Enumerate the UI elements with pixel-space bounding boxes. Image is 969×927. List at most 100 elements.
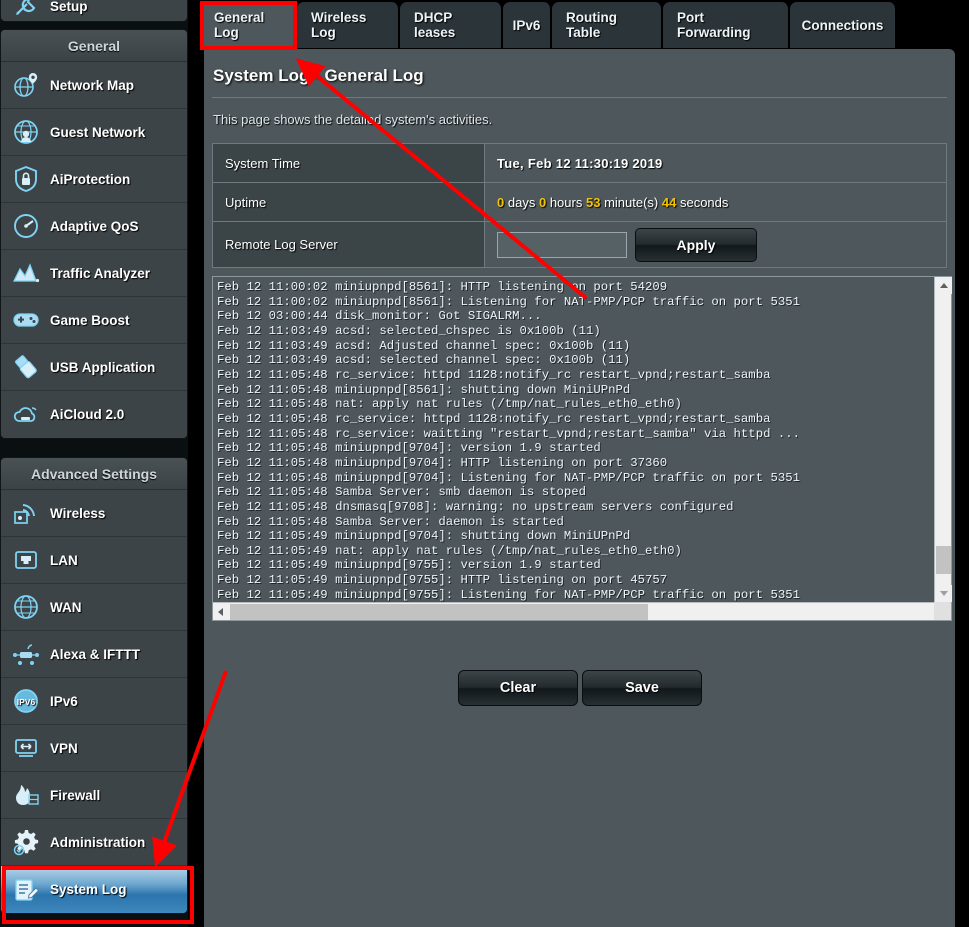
- sidebar-item-label: AiProtection: [50, 172, 130, 187]
- sidebar-item-label: Administration: [50, 835, 145, 850]
- sidebar-item-label: VPN: [50, 741, 78, 756]
- resize-grip[interactable]: [934, 602, 951, 620]
- sidebar-item-label: AiCloud 2.0: [50, 407, 124, 422]
- sidebar-item-aicloud[interactable]: AiCloud 2.0: [1, 391, 187, 438]
- sidebar-item-vpn[interactable]: VPN: [1, 725, 187, 772]
- tab-port-forwarding[interactable]: Port Forwarding: [663, 2, 789, 48]
- content-panel: System Log - General Log This page shows…: [204, 49, 955, 927]
- tab-wireless-log[interactable]: Wireless Log: [297, 2, 399, 48]
- tab-bar: General Log Wireless Log DHCP leases IPv…: [196, 0, 969, 49]
- sidebar-item-wan[interactable]: WAN: [1, 584, 187, 631]
- sidebar-item-label: Setup: [50, 0, 88, 14]
- scroll-down-button[interactable]: [935, 585, 952, 602]
- uptime-seconds-unit: seconds: [680, 195, 728, 210]
- remote-log-server-input[interactable]: [497, 232, 627, 258]
- cloud-icon: [11, 400, 41, 430]
- log-pencil-icon: [11, 875, 41, 905]
- usb-drive-icon: [11, 352, 41, 382]
- uptime-minutes-unit: minute(s): [604, 195, 658, 210]
- horizontal-scroll-thumb[interactable]: [230, 604, 648, 620]
- sidebar-item-guest-network[interactable]: Guest Network: [1, 109, 187, 156]
- sidebar-item-label: Alexa & IFTTT: [50, 647, 140, 662]
- log-horizontal-scrollbar[interactable]: [213, 602, 951, 620]
- sidebar-item-label: LAN: [50, 553, 78, 568]
- uptime-days-unit: days: [508, 195, 535, 210]
- uptime-hours: 0: [539, 195, 546, 210]
- apply-button[interactable]: Apply: [635, 228, 757, 262]
- sidebar-item-label: IPv6: [50, 694, 78, 709]
- sidebar-item-alexa-ifttt[interactable]: Alexa & IFTTT: [1, 631, 187, 678]
- uptime-label: Uptime: [213, 183, 485, 221]
- sidebar-item-lan[interactable]: LAN: [1, 537, 187, 584]
- sidebar-item-label: Traffic Analyzer: [50, 266, 150, 281]
- sidebar-item-administration[interactable]: Administration: [1, 819, 187, 866]
- table-row-uptime: Uptime 0 days 0 hours 53 minute(s) 44 se…: [213, 183, 946, 222]
- sidebar-group-general: General Network Map: [0, 29, 188, 439]
- alexa-ifttt-icon: [11, 639, 41, 669]
- vertical-scroll-thumb[interactable]: [936, 546, 951, 574]
- ipv6-globe-icon: IPV6: [11, 686, 41, 716]
- uptime-minutes: 53: [586, 195, 600, 210]
- shield-lock-icon: [11, 164, 41, 194]
- remote-log-server-label: Remote Log Server: [213, 222, 485, 267]
- uptime-value: 0 days 0 hours 53 minute(s) 44 seconds: [485, 183, 946, 221]
- globe-icon: [11, 592, 41, 622]
- tab-routing-table[interactable]: Routing Table: [552, 2, 662, 48]
- sidebar-group-advanced: Advanced Settings Wireless: [0, 457, 188, 914]
- vpn-monitor-icon: [11, 733, 41, 763]
- system-info-table: System Time Tue, Feb 12 11:30:19 2019 Up…: [212, 143, 947, 268]
- sidebar-item-usb-application[interactable]: USB Application: [1, 344, 187, 391]
- log-main: Feb 12 11:00:02 miniupnpd[8561]: HTTP li…: [213, 277, 951, 602]
- sidebar-group-setup: Setup: [0, 0, 188, 22]
- sidebar-item-adaptive-qos[interactable]: Adaptive QoS: [1, 203, 187, 250]
- sidebar-group-advanced-header: Advanced Settings: [1, 458, 187, 490]
- uptime-days: 0: [497, 195, 504, 210]
- tab-connections[interactable]: Connections: [790, 2, 896, 48]
- log-text-area[interactable]: Feb 12 11:00:02 miniupnpd[8561]: HTTP li…: [213, 277, 934, 602]
- sidebar-group-general-header: General: [1, 30, 187, 62]
- sidebar-item-traffic-analyzer[interactable]: Traffic Analyzer: [1, 250, 187, 297]
- gear-icon: [11, 827, 41, 857]
- traffic-chart-icon: [11, 258, 41, 288]
- caret-left-icon[interactable]: [218, 608, 223, 616]
- save-button[interactable]: Save: [582, 670, 702, 706]
- remote-log-server-controls: Apply: [485, 222, 946, 267]
- sidebar-item-firewall[interactable]: Firewall: [1, 772, 187, 819]
- sidebar-item-label: Network Map: [50, 78, 134, 93]
- table-row-remote-log-server: Remote Log Server Apply: [213, 222, 946, 268]
- speedometer-icon: [11, 211, 41, 241]
- uptime-seconds: 44: [662, 195, 676, 210]
- system-time-value: Tue, Feb 12 11:30:19 2019: [485, 144, 946, 182]
- sidebar-item-ipv6[interactable]: IPV6 IPv6: [1, 678, 187, 725]
- page-description: This page shows the detailed system's ac…: [204, 98, 955, 143]
- sidebar-item-label: WAN: [50, 600, 82, 615]
- tab-ipv6[interactable]: IPv6: [503, 2, 551, 48]
- clear-button[interactable]: Clear: [458, 670, 578, 706]
- sidebar-item-label: USB Application: [50, 360, 155, 375]
- wrench-icon: [11, 0, 41, 22]
- caret-up-icon: [940, 283, 948, 288]
- svg-text:IPV6: IPV6: [17, 697, 36, 707]
- log-vertical-scrollbar[interactable]: [934, 277, 951, 602]
- system-log-viewer[interactable]: Feb 12 11:00:02 miniupnpd[8561]: HTTP li…: [212, 276, 952, 621]
- sidebar-item-label: Wireless: [50, 506, 105, 521]
- sidebar-item-system-log[interactable]: System Log: [1, 866, 187, 913]
- sidebar-item-label: Guest Network: [50, 125, 145, 140]
- sidebar-item-aiprotection[interactable]: AiProtection: [1, 156, 187, 203]
- sidebar-item-label: Adaptive QoS: [50, 219, 139, 234]
- caret-down-icon: [940, 591, 948, 596]
- sidebar-item-network-map[interactable]: Network Map: [1, 62, 187, 109]
- network-map-icon: [11, 70, 41, 100]
- table-row-system-time: System Time Tue, Feb 12 11:30:19 2019: [213, 144, 946, 183]
- scroll-up-button[interactable]: [935, 277, 952, 294]
- flame-icon: [11, 780, 41, 810]
- sidebar-item-wireless[interactable]: Wireless: [1, 490, 187, 537]
- router-admin-screen: Setup General Network Map: [0, 0, 969, 927]
- sidebar-item-setup[interactable]: Setup: [1, 0, 187, 22]
- sidebar-item-label: Firewall: [50, 788, 100, 803]
- tab-general-log[interactable]: General Log: [200, 2, 297, 48]
- tab-dhcp-leases[interactable]: DHCP leases: [400, 2, 502, 48]
- system-time-label: System Time: [213, 144, 485, 182]
- sidebar-item-game-boost[interactable]: Game Boost: [1, 297, 187, 344]
- page-title: System Log - General Log: [204, 49, 955, 86]
